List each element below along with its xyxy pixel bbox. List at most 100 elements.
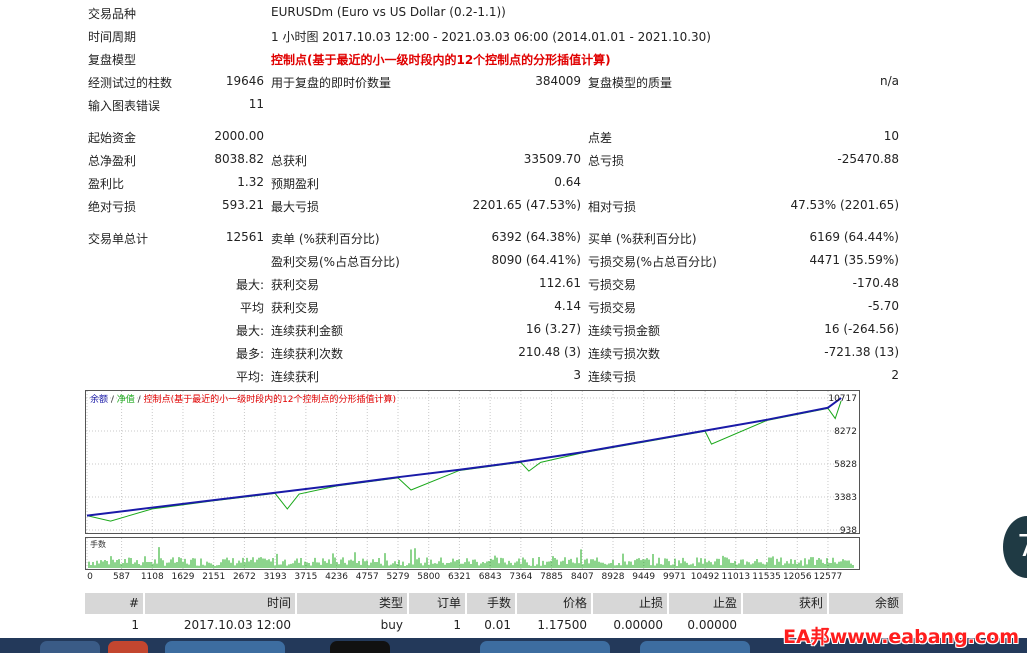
x-tick-label: 11535 <box>752 572 781 582</box>
dd-rel-label: 相对亏损 <box>588 200 637 214</box>
avg-cons-win-label: 连续获利 <box>271 370 320 384</box>
loss-trades-label: 亏损交易(%占总百分比) <box>588 255 717 269</box>
volume-label: 手数 <box>90 539 106 549</box>
table-header-cell[interactable]: 时间 <box>145 593 295 614</box>
row-symbol: 交易品种 EURUSDm (Euro vs US Dollar (0.2-1.1… <box>0 2 1027 25</box>
x-tick-label: 6843 <box>478 572 502 582</box>
x-tick-label: 7364 <box>509 572 533 582</box>
avg-cons-win-value: 3 <box>573 368 581 382</box>
x-tick-label: 3715 <box>294 572 318 582</box>
dd-abs-label: 绝对亏损 <box>88 200 137 214</box>
table-header-cell[interactable]: 手数 <box>467 593 515 614</box>
trades-label: 交易单总计 <box>88 232 149 246</box>
row-deposit: 起始资金 2000.00 点差 10 <box>0 126 1027 149</box>
x-tick-label: 9971 <box>662 572 686 582</box>
profit-trades-label: 盈利交易(%占总百分比) <box>271 255 400 269</box>
x-tick-label: 8407 <box>570 572 594 582</box>
long-label: 买单 (%获利百分比) <box>588 232 697 246</box>
taskbar-terminal-button[interactable] <box>330 641 390 653</box>
y-tick-label: 10717 <box>828 394 857 404</box>
largest-loss-value: -170.48 <box>852 276 899 290</box>
avg-cons-loss-value: 2 <box>891 368 899 382</box>
gross-profit-value: 33509.70 <box>523 152 581 166</box>
taskbar-app-button[interactable] <box>165 641 285 653</box>
x-tick-label: 12577 <box>813 572 843 582</box>
taskbar-window-button-2[interactable] <box>640 641 750 653</box>
symbol-value: EURUSDm (Euro vs US Dollar (0.2-1.1)) <box>271 5 506 19</box>
largest-profit-label: 获利交易 <box>271 278 320 292</box>
x-tick-label: 1108 <box>140 572 164 582</box>
table-header-cell[interactable]: # <box>85 593 143 614</box>
dd-rel-value: 47.53% (2201.65) <box>790 198 899 212</box>
y-tick-label: 5828 <box>834 460 857 470</box>
table-header-cell[interactable]: 价格 <box>517 593 591 614</box>
max-cons-cnt-prefix: 最多: <box>235 347 264 361</box>
table-header-cell[interactable]: 止盈 <box>669 593 741 614</box>
average-loss-label: 亏损交易 <box>588 301 637 315</box>
short-label: 卖单 (%获利百分比) <box>271 232 380 246</box>
x-tick-label: 5279 <box>386 572 410 582</box>
taskbar-window-button[interactable] <box>480 641 610 653</box>
x-tick-label: 10492 <box>690 572 720 582</box>
x-tick-label: 1629 <box>171 572 195 582</box>
gross-loss-label: 总亏损 <box>588 154 625 168</box>
row-model: 复盘模型 控制点(基于最近的小一级时段内的12个控制点的分形插值计算) <box>0 48 1027 71</box>
x-tick-label: 9449 <box>632 572 656 582</box>
legend-item: 余额 <box>90 393 108 405</box>
bars-label: 经测试过的柱数 <box>88 76 173 90</box>
y-tick-label: 938 <box>840 526 857 536</box>
row-largest: 最大: 获利交易 112.61 亏损交易 -170.48 <box>0 273 1027 296</box>
table-cell: 1 <box>453 618 461 632</box>
table-header-cell[interactable]: 余额 <box>829 593 903 614</box>
max-cons-loss-amt-label: 连续亏损金额 <box>588 324 661 338</box>
x-tick-label: 12056 <box>782 572 812 582</box>
period-label: 时间周期 <box>88 30 137 44</box>
floating-badge[interactable]: 7 <box>1003 516 1027 578</box>
table-cell: 2017.10.03 12:00 <box>183 618 291 632</box>
average-profit-value: 4.14 <box>554 299 581 313</box>
table-header-cell[interactable]: 获利 <box>743 593 827 614</box>
short-value: 6392 (64.38%) <box>491 230 581 244</box>
pf-value: 1.32 <box>237 175 264 189</box>
row-net: 总净盈利 8038.82 总获利 33509.70 总亏损 -25470.88 <box>0 149 1027 172</box>
main-plot-frame <box>85 390 860 534</box>
pf-label: 盈利比 <box>88 177 125 191</box>
average-prefix: 平均 <box>239 301 264 315</box>
max-cons-amt-prefix: 最大: <box>235 324 264 338</box>
x-tick-label: 587 <box>112 572 131 582</box>
table-cell: 0.00000 <box>687 618 737 632</box>
quality-label: 复盘模型的质量 <box>588 76 673 90</box>
x-tick-label: 2151 <box>202 572 226 582</box>
average-profit-label: 获利交易 <box>271 301 320 315</box>
largest-profit-value: 112.61 <box>539 276 581 290</box>
table-header-cell[interactable]: 止损 <box>593 593 667 614</box>
largest-loss-label: 亏损交易 <box>588 278 637 292</box>
row-average: 平均 获利交易 4.14 亏损交易 -5.70 <box>0 296 1027 319</box>
expected-label: 预期盈利 <box>271 177 320 191</box>
dd-abs-value: 593.21 <box>222 198 264 212</box>
trades-value: 12561 <box>225 230 264 244</box>
row-dd: 绝对亏损 593.21 最大亏损 2201.65 (47.53%) 相对亏损 4… <box>0 195 1027 218</box>
spread-label: 点差 <box>588 131 613 145</box>
deposit-value: 2000.00 <box>214 129 264 143</box>
loss-trades-value: 4471 (35.59%) <box>809 253 899 267</box>
avg-cons-loss-label: 连续亏损 <box>588 370 637 384</box>
chart-legend: 余额 / 净值 / 控制点(基于最近的小一级时段内的12个控制点的分形插值计算) <box>90 393 396 405</box>
dd-max-label: 最大亏损 <box>271 200 320 214</box>
taskbar-chrome-button[interactable] <box>108 641 148 653</box>
largest-prefix: 最大: <box>235 278 264 292</box>
ticks-label: 用于复盘的即时价数量 <box>271 76 392 90</box>
x-tick-label: 0 <box>87 572 93 582</box>
max-cons-win-cnt-value: 210.48 (3) <box>518 345 581 359</box>
table-cell: 1.17500 <box>537 618 587 632</box>
table-cell: 0.01 <box>484 618 511 632</box>
max-cons-loss-cnt-value: -721.38 (13) <box>824 345 899 359</box>
table-header-cell[interactable]: 订单 <box>409 593 465 614</box>
row-winloss: 盈利交易(%占总百分比) 8090 (64.41%) 亏损交易(%占总百分比) … <box>0 250 1027 273</box>
net-value: 8038.82 <box>214 152 264 166</box>
taskbar-ie-button[interactable] <box>40 641 100 653</box>
table-header-cell[interactable]: 类型 <box>297 593 407 614</box>
x-tick-label: 5800 <box>417 572 441 582</box>
x-axis-labels: 0 587 1108 1629 2151 2672 3193 3715 4236 4757 5279… <box>85 572 860 586</box>
dd-max-value: 2201.65 (47.53%) <box>472 198 581 212</box>
